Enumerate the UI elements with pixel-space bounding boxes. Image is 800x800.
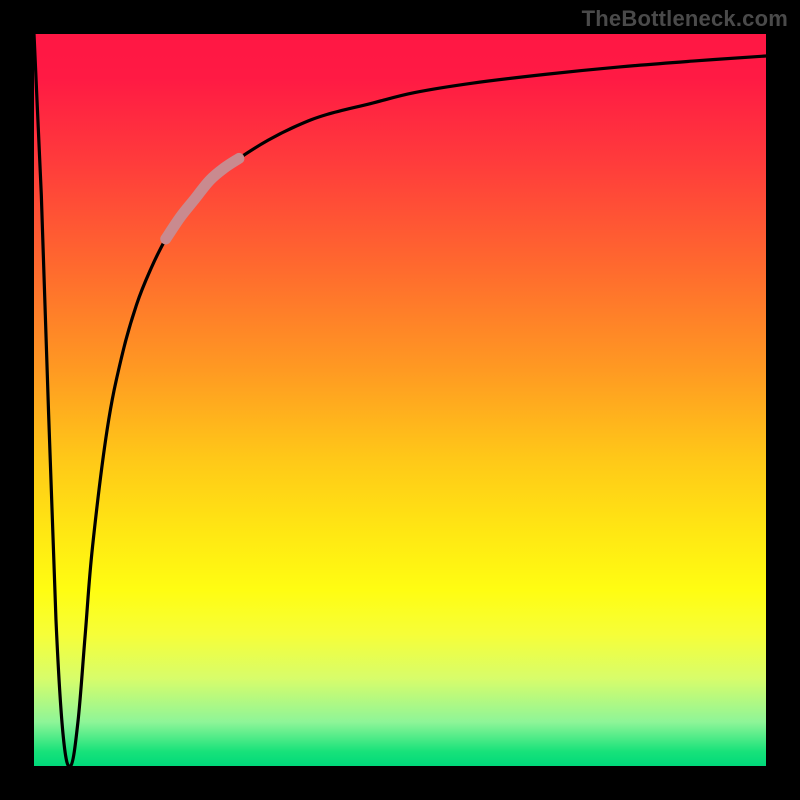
- chart-frame: TheBottleneck.com: [0, 0, 800, 800]
- plot-area: [34, 34, 766, 766]
- highlight-segment: [166, 158, 239, 239]
- watermark-text: TheBottleneck.com: [582, 6, 788, 32]
- curve-layer: [34, 34, 766, 766]
- bottleneck-curve: [34, 34, 766, 766]
